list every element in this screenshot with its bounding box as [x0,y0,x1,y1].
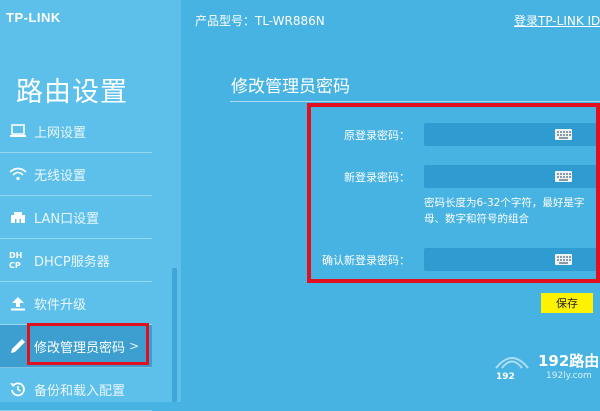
sidebar-item-label: DHCP服务器 [34,254,110,270]
upload-icon [5,296,31,311]
sidebar-scrollbar[interactable] [172,268,177,402]
confirm-password-input[interactable] [424,248,600,271]
login-tplink-id-link[interactable]: 登录TP-LINK ID [514,12,600,29]
wifi-watermark-icon [495,357,529,369]
sidebar-item-internet[interactable]: 上网设置 [0,110,152,153]
pencil-icon [5,337,31,355]
sidebar-item-label: 无线设置 [34,168,87,184]
keyboard-icon[interactable] [555,129,572,140]
sidebar-item-backup[interactable]: 备份和载入配置 [0,368,152,411]
old-password-label: 原登录密码： [344,129,410,142]
sidebar-item-label: 软件升级 [34,297,87,313]
save-button[interactable]: 保存 [541,293,593,313]
sidebar-item-admin-password[interactable]: 修改管理员密码 > [0,325,152,368]
old-password-input[interactable] [424,123,600,146]
new-password-input[interactable] [424,165,600,188]
sidebar-item-label: 上网设置 [34,125,87,141]
svg-text:CP: CP [9,261,21,270]
watermark-title: 192路由网 [538,352,600,370]
laptop-icon [5,124,31,138]
chevron-right-icon: > [129,339,140,353]
sidebar: TP-LINK 路由设置 上网设置 无线设置 LAN口设置 DH CP DHCP服… [0,0,181,411]
keyboard-icon[interactable] [555,254,572,265]
page-title: 修改管理员密码 [231,77,350,97]
sidebar-item-wireless[interactable]: 无线设置 [0,153,152,196]
sidebar-item-label: 备份和载入配置 [34,383,126,399]
password-hint: 密码长度为6-32个字符，最好是字母、数字和符号的组合 [424,197,585,225]
watermark: 192 192路由网 192ly.com [490,340,600,390]
watermark-number: 192 [496,372,515,382]
sidebar-item-firmware[interactable]: 软件升级 [0,282,152,325]
title-divider [230,101,600,102]
watermark-url: 192ly.com [546,371,592,381]
confirm-password-label: 确认新登录密码： [322,254,410,267]
new-password-label: 新登录密码： [344,171,410,184]
sidebar-item-label: LAN口设置 [34,211,100,227]
wifi-icon [5,167,31,181]
sidebar-item-lan[interactable]: LAN口设置 [0,196,152,239]
sidebar-nav: 上网设置 无线设置 LAN口设置 DH CP DHCP服务器 软件升级 修改管理… [0,110,152,411]
dhcp-icon: DH CP [5,250,31,270]
product-model: 产品型号：TL-WR886N [195,14,325,28]
brand-logo: TP-LINK [6,10,61,25]
keyboard-icon[interactable] [555,171,572,182]
lan-icon [5,210,31,224]
sidebar-item-dhcp[interactable]: DH CP DHCP服务器 [0,239,152,282]
restore-icon [5,380,31,398]
section-title: 路由设置 [16,77,128,108]
svg-text:DH: DH [9,251,22,260]
sidebar-item-label: 修改管理员密码 [34,340,126,356]
